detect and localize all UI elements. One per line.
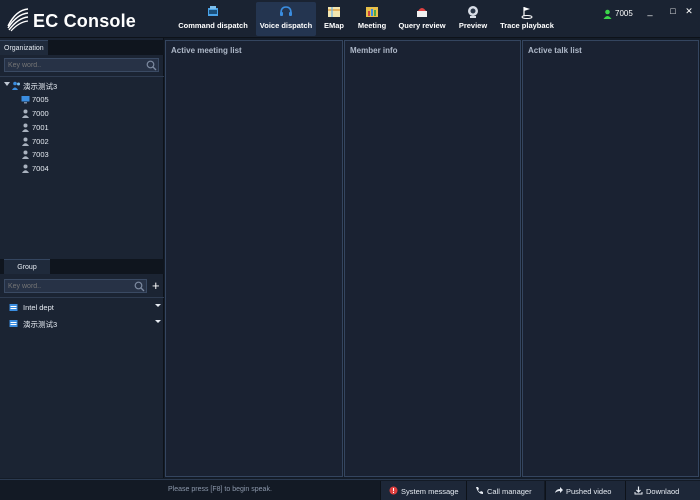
- camera-icon: [468, 6, 478, 18]
- chevron-down-icon[interactable]: [155, 304, 161, 307]
- tree-label: 7000: [32, 109, 49, 118]
- nav-label: EMap: [323, 21, 344, 30]
- organization-icon: [12, 81, 20, 90]
- user-offline-icon: [22, 137, 29, 146]
- nav-voice-dispatch[interactable]: Voice dispatch: [256, 2, 316, 36]
- group-search-input[interactable]: [4, 279, 147, 293]
- button-label: Pushed video: [566, 487, 612, 496]
- nav-meeting[interactable]: Meeting: [355, 2, 389, 36]
- expand-caret-icon[interactable]: [4, 82, 10, 86]
- button-label: Downlaod: [646, 487, 680, 496]
- left-panel: Organization 演示测试3 7005 7000 7001 7002: [0, 38, 164, 478]
- group-item[interactable]: 演示测试3: [0, 317, 164, 330]
- pushed-video-button[interactable]: Pushed video: [545, 481, 625, 500]
- ec-logo-icon: [7, 8, 29, 32]
- organization-search-input[interactable]: [4, 58, 159, 72]
- divider: [0, 297, 164, 298]
- phone-icon: [476, 487, 483, 494]
- tree-member-row[interactable]: 7004: [0, 162, 164, 175]
- button-label: System message: [401, 487, 459, 496]
- download-icon: [634, 486, 643, 495]
- org-root-node[interactable]: 演示测试3: [0, 79, 164, 92]
- user-offline-icon: [22, 123, 29, 132]
- nav-label: Command dispatch: [178, 21, 248, 30]
- share-arrow-icon: [555, 487, 563, 493]
- member-info-panel[interactable]: Member info: [344, 40, 521, 477]
- group-item[interactable]: Intel dept: [0, 301, 164, 314]
- tree-member-row[interactable]: 7001: [0, 121, 164, 134]
- tree-label: 7004: [32, 164, 49, 173]
- tree-member-row[interactable]: 7000: [0, 107, 164, 120]
- speak-hint: Please press [F8] to begin speak.: [168, 486, 272, 493]
- command-dispatch-icon: [208, 6, 218, 16]
- nav-label: Query review: [398, 21, 446, 30]
- maximize-button[interactable]: □: [668, 6, 678, 16]
- meeting-icon: [366, 7, 378, 17]
- panel-title: Member info: [350, 46, 398, 55]
- monitor-icon: [21, 96, 30, 104]
- trace-icon: [521, 7, 533, 19]
- nav-preview[interactable]: Preview: [456, 2, 490, 36]
- headset-icon: [280, 6, 292, 16]
- user-offline-icon: [22, 164, 29, 173]
- user-offline-icon: [22, 109, 29, 118]
- tab-group[interactable]: Group: [4, 259, 50, 274]
- active-meeting-list-panel[interactable]: Active meeting list: [165, 40, 343, 477]
- chevron-down-icon[interactable]: [155, 320, 161, 323]
- panel-title: Active talk list: [528, 46, 582, 55]
- organization-tab-strip: Organization: [0, 40, 164, 55]
- active-talk-list-panel[interactable]: Active talk list: [522, 40, 699, 477]
- user-offline-icon: [22, 150, 29, 159]
- panel-title: Active meeting list: [171, 46, 242, 55]
- tree-label: 7003: [32, 150, 49, 159]
- nav-label: Meeting: [357, 21, 387, 30]
- app-title: EC Console: [33, 11, 137, 31]
- nav-label: Voice dispatch: [259, 21, 313, 30]
- tree-label: 7001: [32, 123, 49, 132]
- tree-label: 演示测试3: [23, 82, 58, 91]
- group-icon: [9, 304, 18, 311]
- tree-label: Intel dept: [23, 303, 54, 312]
- map-icon: [328, 7, 340, 17]
- tree-member-row[interactable]: 7005: [0, 93, 164, 106]
- tree-label: 7005: [32, 95, 49, 104]
- call-manager-button[interactable]: Call manager: [466, 481, 544, 500]
- divider: [0, 76, 164, 77]
- group-icon: [9, 320, 18, 327]
- download-button[interactable]: Downlaod: [625, 481, 700, 500]
- user-name: 7005: [615, 9, 633, 18]
- nav-label: Trace playback: [500, 21, 554, 30]
- system-message-button[interactable]: System message: [380, 481, 466, 500]
- nav-label: Preview: [458, 21, 488, 30]
- minimize-button[interactable]: _: [645, 6, 655, 16]
- tree-label: 7002: [32, 137, 49, 146]
- search-icon[interactable]: [134, 281, 145, 292]
- close-button[interactable]: ✕: [684, 6, 694, 16]
- nav-emap[interactable]: EMap: [320, 2, 348, 36]
- query-icon: [417, 8, 427, 17]
- group-tab-strip: Group: [0, 259, 164, 274]
- tree-label: 演示测试3: [23, 320, 58, 329]
- tab-organization[interactable]: Organization: [0, 40, 48, 55]
- nav-trace-playback[interactable]: Trace playback: [498, 2, 556, 36]
- add-group-button[interactable]: +: [152, 279, 160, 292]
- status-bar: Please press [F8] to begin speak. System…: [0, 479, 700, 500]
- alert-icon: [389, 486, 398, 495]
- search-icon[interactable]: [146, 60, 157, 71]
- nav-query-review[interactable]: Query review: [396, 2, 448, 36]
- user-online-icon: [603, 9, 612, 19]
- nav-command-dispatch[interactable]: Command dispatch: [178, 2, 248, 36]
- tree-member-row[interactable]: 7003: [0, 148, 164, 161]
- title-bar: EC Console Command dispatch Voice dispat…: [0, 0, 700, 38]
- button-label: Call manager: [487, 487, 532, 496]
- tree-member-row[interactable]: 7002: [0, 135, 164, 148]
